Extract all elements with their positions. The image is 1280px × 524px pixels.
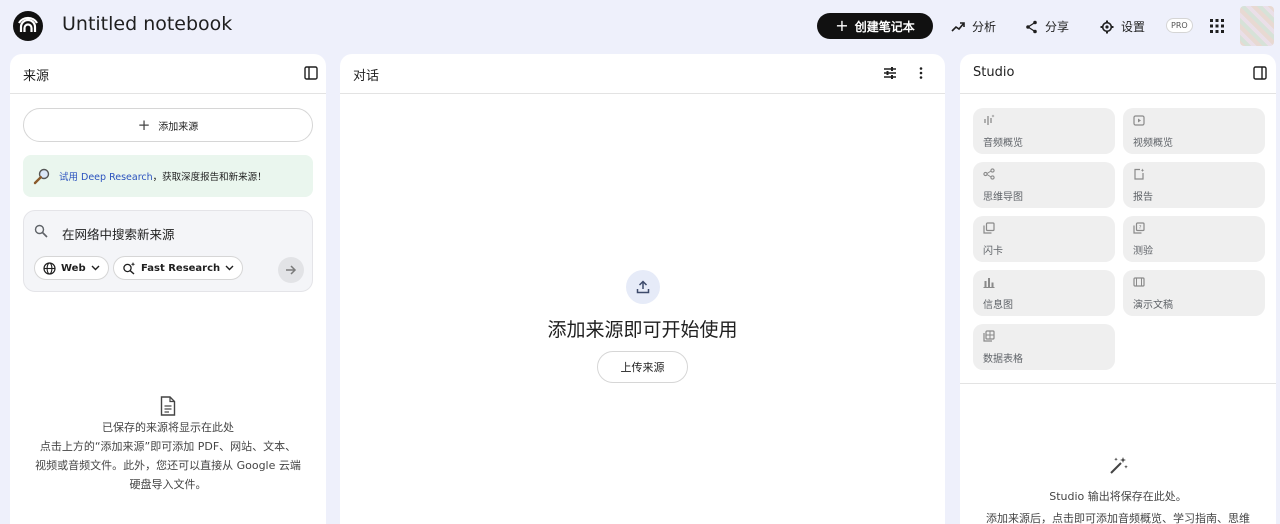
mind-map-icon bbox=[983, 168, 995, 180]
tile-infographic[interactable]: 信息图 bbox=[973, 270, 1115, 316]
tile-label: 闪卡 bbox=[983, 246, 1003, 257]
tile-flashcards[interactable]: 闪卡 bbox=[973, 216, 1115, 262]
report-icon bbox=[1134, 168, 1145, 180]
tile-quiz[interactable]: ? 测验 bbox=[1123, 216, 1265, 262]
tile-label: 思维导图 bbox=[983, 192, 1023, 203]
tile-label: 演示文稿 bbox=[1133, 300, 1173, 311]
globe-icon bbox=[43, 261, 56, 275]
bar-chart-icon bbox=[983, 278, 995, 288]
analytics-button[interactable]: 分析 bbox=[951, 18, 996, 35]
sources-panel: 来源 + 添加来源 试用 Deep Research，获取深度报告和新来源！ 在… bbox=[10, 54, 326, 524]
upload-icon-badge bbox=[626, 270, 660, 304]
magic-wand-icon bbox=[1110, 457, 1128, 474]
web-source-select[interactable]: Web bbox=[34, 256, 109, 280]
tune-icon[interactable] bbox=[883, 66, 897, 80]
audio-wave-icon bbox=[984, 114, 995, 125]
tile-mind-map[interactable]: 思维导图 bbox=[973, 162, 1115, 208]
gear-icon bbox=[1100, 20, 1114, 33]
upload-source-button[interactable]: 上传来源 bbox=[597, 351, 688, 383]
studio-title: Studio bbox=[973, 65, 1015, 80]
studio-empty-subtitle: 添加来源后，点击即可添加音频概览、学习指南、思维 bbox=[986, 512, 1250, 524]
studio-divider bbox=[960, 383, 1276, 384]
app-logo[interactable] bbox=[13, 11, 43, 41]
avatar[interactable] bbox=[1240, 6, 1274, 46]
tile-label: 视频概览 bbox=[1133, 138, 1173, 149]
collapse-panel-icon[interactable] bbox=[1253, 66, 1267, 80]
tile-label: 测验 bbox=[1133, 246, 1153, 257]
trending-up-icon bbox=[951, 21, 965, 32]
tile-slide-deck[interactable]: 演示文稿 bbox=[1123, 270, 1265, 316]
create-notebook-button[interactable]: + 创建笔记本 bbox=[817, 13, 933, 39]
share-icon bbox=[1026, 20, 1037, 33]
chat-header: 对话 bbox=[340, 54, 945, 94]
tile-data-table[interactable]: 数据表格 bbox=[973, 324, 1115, 370]
sources-empty-state: 已保存的来源将显示在此处 点击上方的“添加来源”即可添加 PDF、网站、文本、 … bbox=[10, 396, 326, 494]
plus-icon: + bbox=[835, 16, 849, 35]
plus-icon: + bbox=[137, 115, 151, 134]
sources-header: 来源 bbox=[10, 54, 326, 94]
research-chip-label: Fast Research bbox=[141, 262, 221, 274]
more-vert-icon[interactable] bbox=[918, 66, 924, 80]
tile-video-overview[interactable]: 视频概览 bbox=[1123, 108, 1265, 154]
search-input[interactable]: 在网络中搜索新来源 bbox=[62, 224, 175, 243]
tile-label: 数据表格 bbox=[983, 354, 1023, 365]
notebook-title[interactable]: Untitled notebook bbox=[62, 13, 232, 35]
sources-empty-line-3: 硬盘导入文件。 bbox=[129, 478, 207, 491]
studio-empty-title: Studio 输出将保存在此处。 bbox=[1049, 490, 1187, 503]
add-source-button[interactable]: + 添加来源 bbox=[23, 108, 313, 142]
sources-title: 来源 bbox=[23, 69, 50, 84]
video-icon bbox=[1133, 115, 1145, 126]
studio-header: Studio bbox=[960, 54, 1276, 94]
sparkle-search-icon bbox=[123, 262, 136, 275]
share-button[interactable]: 分享 bbox=[1025, 18, 1069, 35]
deep-research-text: 试用 Deep Research，获取深度报告和新来源！ bbox=[59, 169, 267, 183]
sources-empty-line-1: 点击上方的“添加来源”即可添加 PDF、网站、文本、 bbox=[39, 440, 297, 453]
tile-label: 报告 bbox=[1133, 192, 1153, 203]
logo-icon bbox=[18, 16, 38, 32]
arrow-right-icon bbox=[286, 265, 297, 275]
collapse-panel-icon[interactable] bbox=[304, 66, 318, 80]
tile-report[interactable]: 报告 bbox=[1123, 162, 1265, 208]
document-icon bbox=[160, 396, 176, 416]
magnifier-icon bbox=[33, 168, 50, 185]
chat-panel: 对话 添加来源即可开始使用 上传来源 bbox=[340, 54, 945, 524]
top-bar: Untitled notebook + 创建笔记本 分析 分享 设置 PRO bbox=[0, 0, 1280, 52]
studio-panel: Studio 音频概览 视频概览 思维导图 报告 闪卡 ? 测验 信息图 演示文… bbox=[960, 54, 1276, 524]
slides-icon bbox=[1133, 277, 1145, 287]
research-mode-select[interactable]: Fast Research bbox=[113, 256, 244, 280]
table-icon bbox=[983, 330, 995, 342]
web-search-box[interactable]: 在网络中搜索新来源 Web Fast Research bbox=[23, 210, 313, 292]
settings-button[interactable]: 设置 bbox=[1100, 18, 1145, 35]
search-submit-button[interactable] bbox=[278, 257, 304, 283]
chat-title: 对话 bbox=[353, 69, 380, 84]
chevron-down-icon bbox=[225, 265, 234, 271]
studio-empty-state: Studio 输出将保存在此处。 添加来源后，点击即可添加音频概览、学习指南、思… bbox=[960, 456, 1276, 524]
deep-research-link[interactable]: 试用 Deep Research bbox=[59, 172, 153, 183]
sources-empty-title: 已保存的来源将显示在此处 bbox=[102, 421, 234, 434]
tile-label: 音频概览 bbox=[983, 138, 1023, 149]
search-icon bbox=[34, 224, 48, 238]
tile-label: 信息图 bbox=[983, 300, 1013, 311]
deep-research-rest: ，获取深度报告和新来源！ bbox=[152, 172, 267, 183]
quiz-icon: ? bbox=[1133, 222, 1145, 234]
deep-research-banner[interactable]: 试用 Deep Research，获取深度报告和新来源！ bbox=[23, 155, 313, 197]
apps-grid-button[interactable] bbox=[1210, 18, 1224, 37]
add-source-label: 添加来源 bbox=[158, 121, 199, 133]
upload-icon bbox=[636, 280, 650, 294]
sources-empty-line-2: 视频或音频文件。此外，您还可以直接从 Google 云端 bbox=[35, 459, 301, 472]
settings-label: 设置 bbox=[1121, 20, 1146, 34]
tile-audio-overview[interactable]: 音频概览 bbox=[973, 108, 1115, 154]
svg-text:?: ? bbox=[1139, 225, 1142, 231]
chat-empty-title: 添加来源即可开始使用 bbox=[547, 319, 738, 341]
apps-grid-icon bbox=[1210, 19, 1224, 33]
create-notebook-label: 创建笔记本 bbox=[854, 19, 915, 34]
pro-badge: PRO bbox=[1166, 18, 1193, 33]
flashcards-icon bbox=[983, 222, 995, 234]
chevron-down-icon bbox=[91, 265, 100, 271]
share-label: 分享 bbox=[1045, 20, 1070, 34]
web-chip-label: Web bbox=[61, 262, 86, 274]
analytics-label: 分析 bbox=[972, 20, 997, 34]
